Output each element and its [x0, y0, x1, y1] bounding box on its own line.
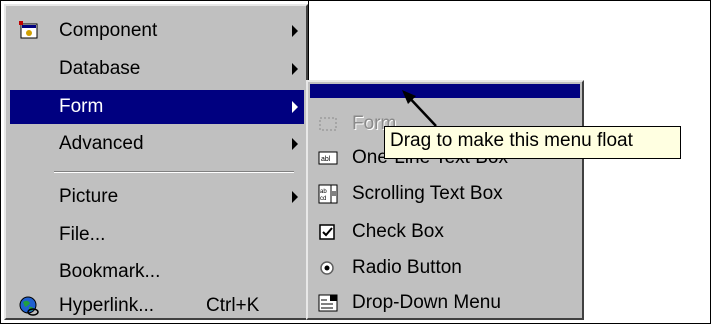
menu-item-shortcut: Ctrl+K	[206, 295, 260, 316]
submenu-item-drop-down-menu[interactable]: Drop-Down Menu	[312, 285, 580, 321]
drop-down-menu-icon	[318, 293, 338, 313]
svg-text:cd: cd	[320, 196, 326, 202]
submenu-item-label: Check Box	[352, 221, 444, 242]
menu-item-file[interactable]: File...	[10, 218, 304, 252]
submenu-arrow-icon	[292, 25, 298, 37]
check-box-icon	[318, 222, 338, 242]
svg-text:ab: ab	[320, 189, 327, 195]
menu-item-label: Database	[59, 58, 141, 79]
submenu-item-check-box[interactable]: Check Box	[312, 214, 580, 250]
menu-separator	[54, 171, 294, 173]
submenu-arrow-icon	[292, 138, 298, 150]
menu-item-hyperlink[interactable]: Hyperlink... Ctrl+K	[10, 289, 304, 323]
menu-item-database[interactable]: Database	[10, 52, 304, 86]
globe-link-icon	[18, 295, 40, 317]
submenu-arrow-icon	[292, 63, 298, 75]
insert-menu: Component Database Form Advanced Picture…	[4, 4, 308, 320]
menu-item-advanced[interactable]: Advanced	[10, 127, 304, 161]
document-divider	[308, 0, 309, 80]
menu-item-label: Component	[59, 20, 158, 41]
submenu-item-label: Scrolling Text Box	[352, 183, 503, 204]
float-tooltip: Drag to make this menu float	[384, 126, 681, 159]
menu-item-label: Hyperlink...	[59, 295, 155, 316]
menu-item-bookmark[interactable]: Bookmark...	[10, 255, 304, 289]
submenu-item-label: Radio Button	[352, 257, 462, 278]
menu-item-label: Form	[59, 96, 104, 117]
float-drag-bar[interactable]	[310, 84, 580, 98]
text-box-icon: abl	[318, 148, 338, 168]
submenu-arrow-icon	[292, 101, 298, 113]
menu-item-label: Picture	[59, 186, 119, 207]
radio-button-icon	[318, 258, 338, 278]
scrolling-text-box-icon: ab cd	[318, 184, 338, 204]
svg-text:abl: abl	[321, 156, 331, 163]
form-submenu: Form abl One-Line Text Box ab cd Scrolli…	[306, 80, 584, 320]
menu-item-form[interactable]: Form	[10, 90, 304, 124]
submenu-item-radio-button[interactable]: Radio Button	[312, 250, 580, 286]
menu-item-label: File...	[59, 224, 106, 245]
submenu-item-label: Drop-Down Menu	[352, 292, 501, 313]
mouse-pointer-icon	[402, 90, 437, 127]
form-icon	[318, 114, 338, 134]
submenu-arrow-icon	[292, 191, 298, 203]
component-icon	[18, 20, 40, 42]
menu-item-label: Advanced	[59, 133, 144, 154]
menu-item-picture[interactable]: Picture	[10, 180, 304, 214]
submenu-item-scrolling-text-box[interactable]: ab cd Scrolling Text Box	[312, 176, 580, 212]
menu-item-label: Bookmark...	[59, 261, 161, 282]
menu-item-component[interactable]: Component	[10, 14, 304, 48]
